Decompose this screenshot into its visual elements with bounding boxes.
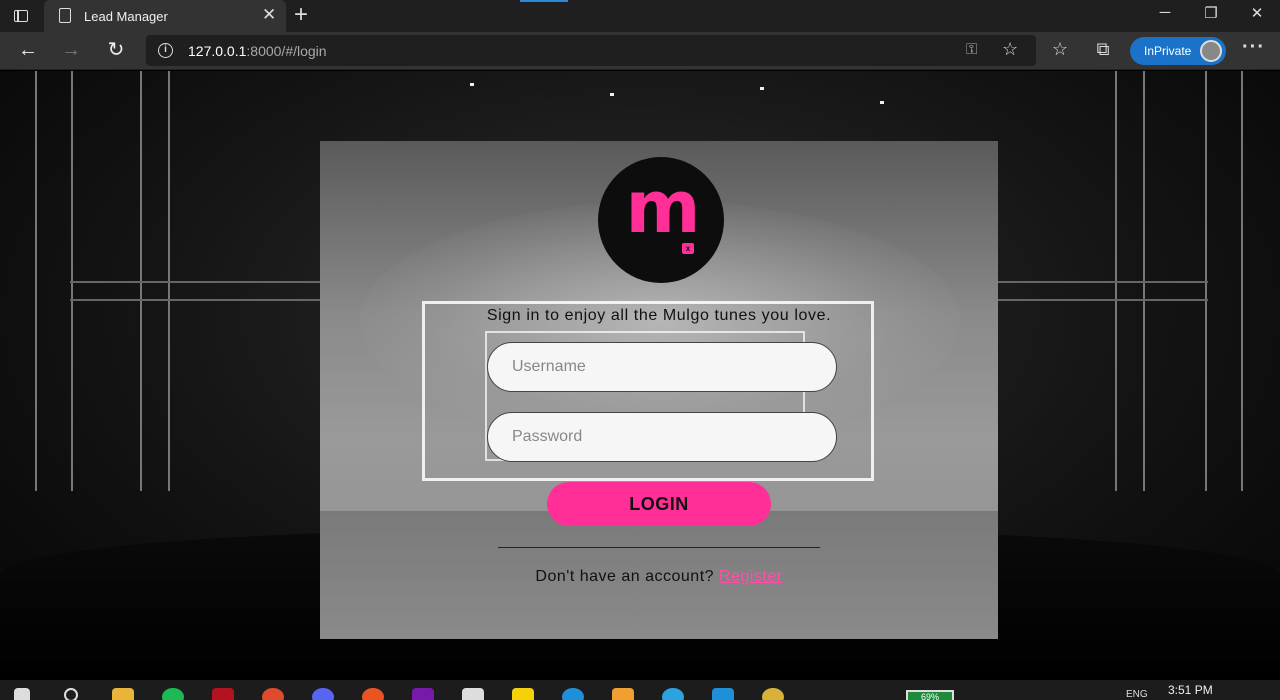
inprivate-label: InPrivate xyxy=(1144,44,1192,58)
add-favorite-icon[interactable]: ☆ xyxy=(1002,39,1018,60)
site-info-icon[interactable]: i xyxy=(158,43,173,58)
onenote-icon[interactable] xyxy=(412,688,434,700)
register-link[interactable]: Register xyxy=(719,568,783,585)
stage-light xyxy=(760,87,764,90)
search-icon[interactable] xyxy=(64,688,78,700)
vscode-icon[interactable] xyxy=(712,688,734,700)
inprivate-button[interactable]: InPrivate xyxy=(1130,37,1226,65)
telegram-icon[interactable] xyxy=(662,688,684,700)
sticky-notes-icon[interactable] xyxy=(512,688,534,700)
battery-indicator[interactable]: 69% xyxy=(906,690,954,700)
app-icon[interactable] xyxy=(462,688,484,700)
page-icon xyxy=(59,8,71,23)
tab-title: Lead Manager xyxy=(84,9,168,24)
loading-indicator xyxy=(520,0,568,2)
stage-truss-cross-right xyxy=(998,281,1208,301)
stage-light xyxy=(470,83,474,86)
address-bar[interactable]: i 127.0.0.1:8000/#/login ⚿ ☆ xyxy=(146,35,1036,66)
stage-truss-right xyxy=(1205,71,1243,491)
forward-arrow-icon[interactable]: → xyxy=(58,38,84,62)
signup-text: Don't have an account? xyxy=(535,568,715,585)
profile-avatar-icon xyxy=(1200,40,1222,62)
tab-actions-icon[interactable] xyxy=(10,6,32,26)
refresh-icon[interactable]: ↻ xyxy=(103,38,129,62)
app-icon[interactable] xyxy=(212,688,234,700)
file-explorer-icon[interactable] xyxy=(112,688,134,700)
favorites-icon[interactable]: ☆ xyxy=(1048,39,1072,60)
spotify-icon[interactable] xyxy=(162,688,184,700)
logo-badge: x xyxy=(682,243,694,254)
tab-lead-manager[interactable]: Lead Manager ✕ xyxy=(44,0,286,32)
browser-titlebar: Lead Manager ✕ + ─ ❐ ✕ xyxy=(0,0,1280,32)
stage-light xyxy=(880,101,884,104)
page-background: m x Sign in to enjoy all the Mulgo tunes… xyxy=(0,71,1280,680)
chrome-icon[interactable] xyxy=(262,688,284,700)
language-indicator[interactable]: ENG xyxy=(1126,689,1148,700)
signup-prompt: Don't have an account? Register xyxy=(320,568,998,586)
key-icon[interactable]: ⚿ xyxy=(966,41,977,58)
logo-letter: m xyxy=(625,165,700,249)
discord-icon[interactable] xyxy=(312,688,334,700)
app-icon[interactable] xyxy=(762,688,784,700)
taskbar: 69% ENG 3:51 PM xyxy=(0,680,1280,700)
browser-toolbar: ← → ↻ i 127.0.0.1:8000/#/login ⚿ ☆ ☆ ⧉ I… xyxy=(0,32,1280,70)
edge-icon[interactable] xyxy=(562,688,584,700)
app-icon[interactable] xyxy=(612,688,634,700)
collections-icon[interactable]: ⧉ xyxy=(1091,39,1115,60)
start-icon[interactable] xyxy=(14,688,30,700)
username-input[interactable] xyxy=(487,342,837,392)
login-button[interactable]: LOGIN xyxy=(547,482,771,526)
restore-button[interactable]: ❐ xyxy=(1196,4,1226,22)
login-card: m x Sign in to enjoy all the Mulgo tunes… xyxy=(320,141,998,639)
divider xyxy=(498,547,820,548)
stage-truss-cross-left xyxy=(70,281,320,301)
close-window-button[interactable]: ✕ xyxy=(1242,4,1272,22)
password-input[interactable] xyxy=(487,412,837,462)
more-icon[interactable]: ··· xyxy=(1242,36,1265,59)
minimize-button[interactable]: ─ xyxy=(1150,4,1180,21)
new-tab-button[interactable]: + xyxy=(294,3,308,27)
stage-light xyxy=(610,93,614,96)
url-host: 127.0.0.1 xyxy=(188,43,247,59)
mulgo-logo: m x xyxy=(598,157,724,283)
ubuntu-icon[interactable] xyxy=(362,688,384,700)
clock[interactable]: 3:51 PM xyxy=(1168,683,1213,697)
stage-truss-left xyxy=(35,71,73,491)
back-arrow-icon[interactable]: ← xyxy=(15,38,41,62)
url-path: :8000/#/login xyxy=(246,43,327,59)
url-text[interactable]: 127.0.0.1:8000/#/login xyxy=(188,43,327,59)
login-tagline: Sign in to enjoy all the Mulgo tunes you… xyxy=(486,307,832,324)
tab-close-button[interactable]: ✕ xyxy=(262,6,276,24)
